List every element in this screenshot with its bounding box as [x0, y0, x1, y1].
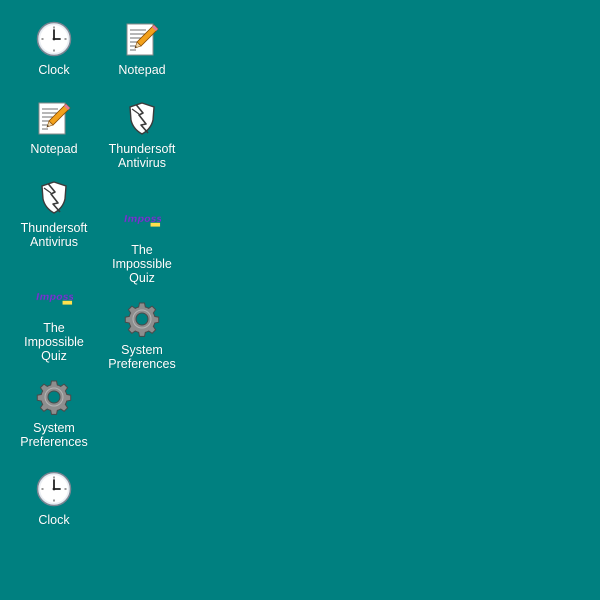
gear-icon: [123, 300, 161, 338]
notepad-icon: [123, 20, 161, 58]
clock-icon: [35, 470, 73, 508]
gear-icon: [35, 378, 73, 416]
desktop-icon-thundersoft-antivirus[interactable]: Thundersoft Antivirus: [10, 178, 98, 249]
desktop-icon-notepad[interactable]: Notepad: [98, 20, 186, 77]
antivirus-shield-icon: [35, 178, 73, 216]
icon-label: Thundersoft Antivirus: [108, 142, 176, 170]
antivirus-shield-icon: [123, 99, 161, 137]
impossible-quiz-logo-icon: Impossible: [35, 278, 73, 316]
desktop-icon-clock[interactable]: Clock: [10, 470, 98, 527]
clock-icon: [35, 20, 73, 58]
icon-label: Clock: [38, 513, 70, 527]
impossible-quiz-logo-icon: Impossible: [123, 200, 161, 238]
icon-label: Notepad: [30, 142, 78, 156]
desktop-icon-notepad[interactable]: Notepad: [10, 99, 98, 156]
desktop-icon-system-preferences[interactable]: System Preferences: [10, 378, 98, 449]
icon-label: System Preferences: [108, 343, 176, 371]
icon-label: Clock: [38, 63, 70, 77]
icon-label: System Preferences: [20, 421, 88, 449]
desktop-icon-the-impossible-quiz[interactable]: Impossible The Impossible Quiz: [10, 278, 98, 363]
desktop-icon-system-preferences[interactable]: System Preferences: [98, 300, 186, 371]
desktop-icon-the-impossible-quiz[interactable]: Impossible The Impossible Quiz: [98, 200, 186, 285]
icon-label: Notepad: [118, 63, 166, 77]
desktop[interactable]: Clock Notepad Thundersoft Antivirus Impo…: [0, 0, 600, 600]
desktop-icon-clock[interactable]: Clock: [10, 20, 98, 77]
notepad-icon: [35, 99, 73, 137]
desktop-icon-thundersoft-antivirus[interactable]: Thundersoft Antivirus: [98, 99, 186, 170]
icon-label: The Impossible Quiz: [112, 243, 172, 285]
icon-label: Thundersoft Antivirus: [20, 221, 88, 249]
icon-label: The Impossible Quiz: [24, 321, 84, 363]
